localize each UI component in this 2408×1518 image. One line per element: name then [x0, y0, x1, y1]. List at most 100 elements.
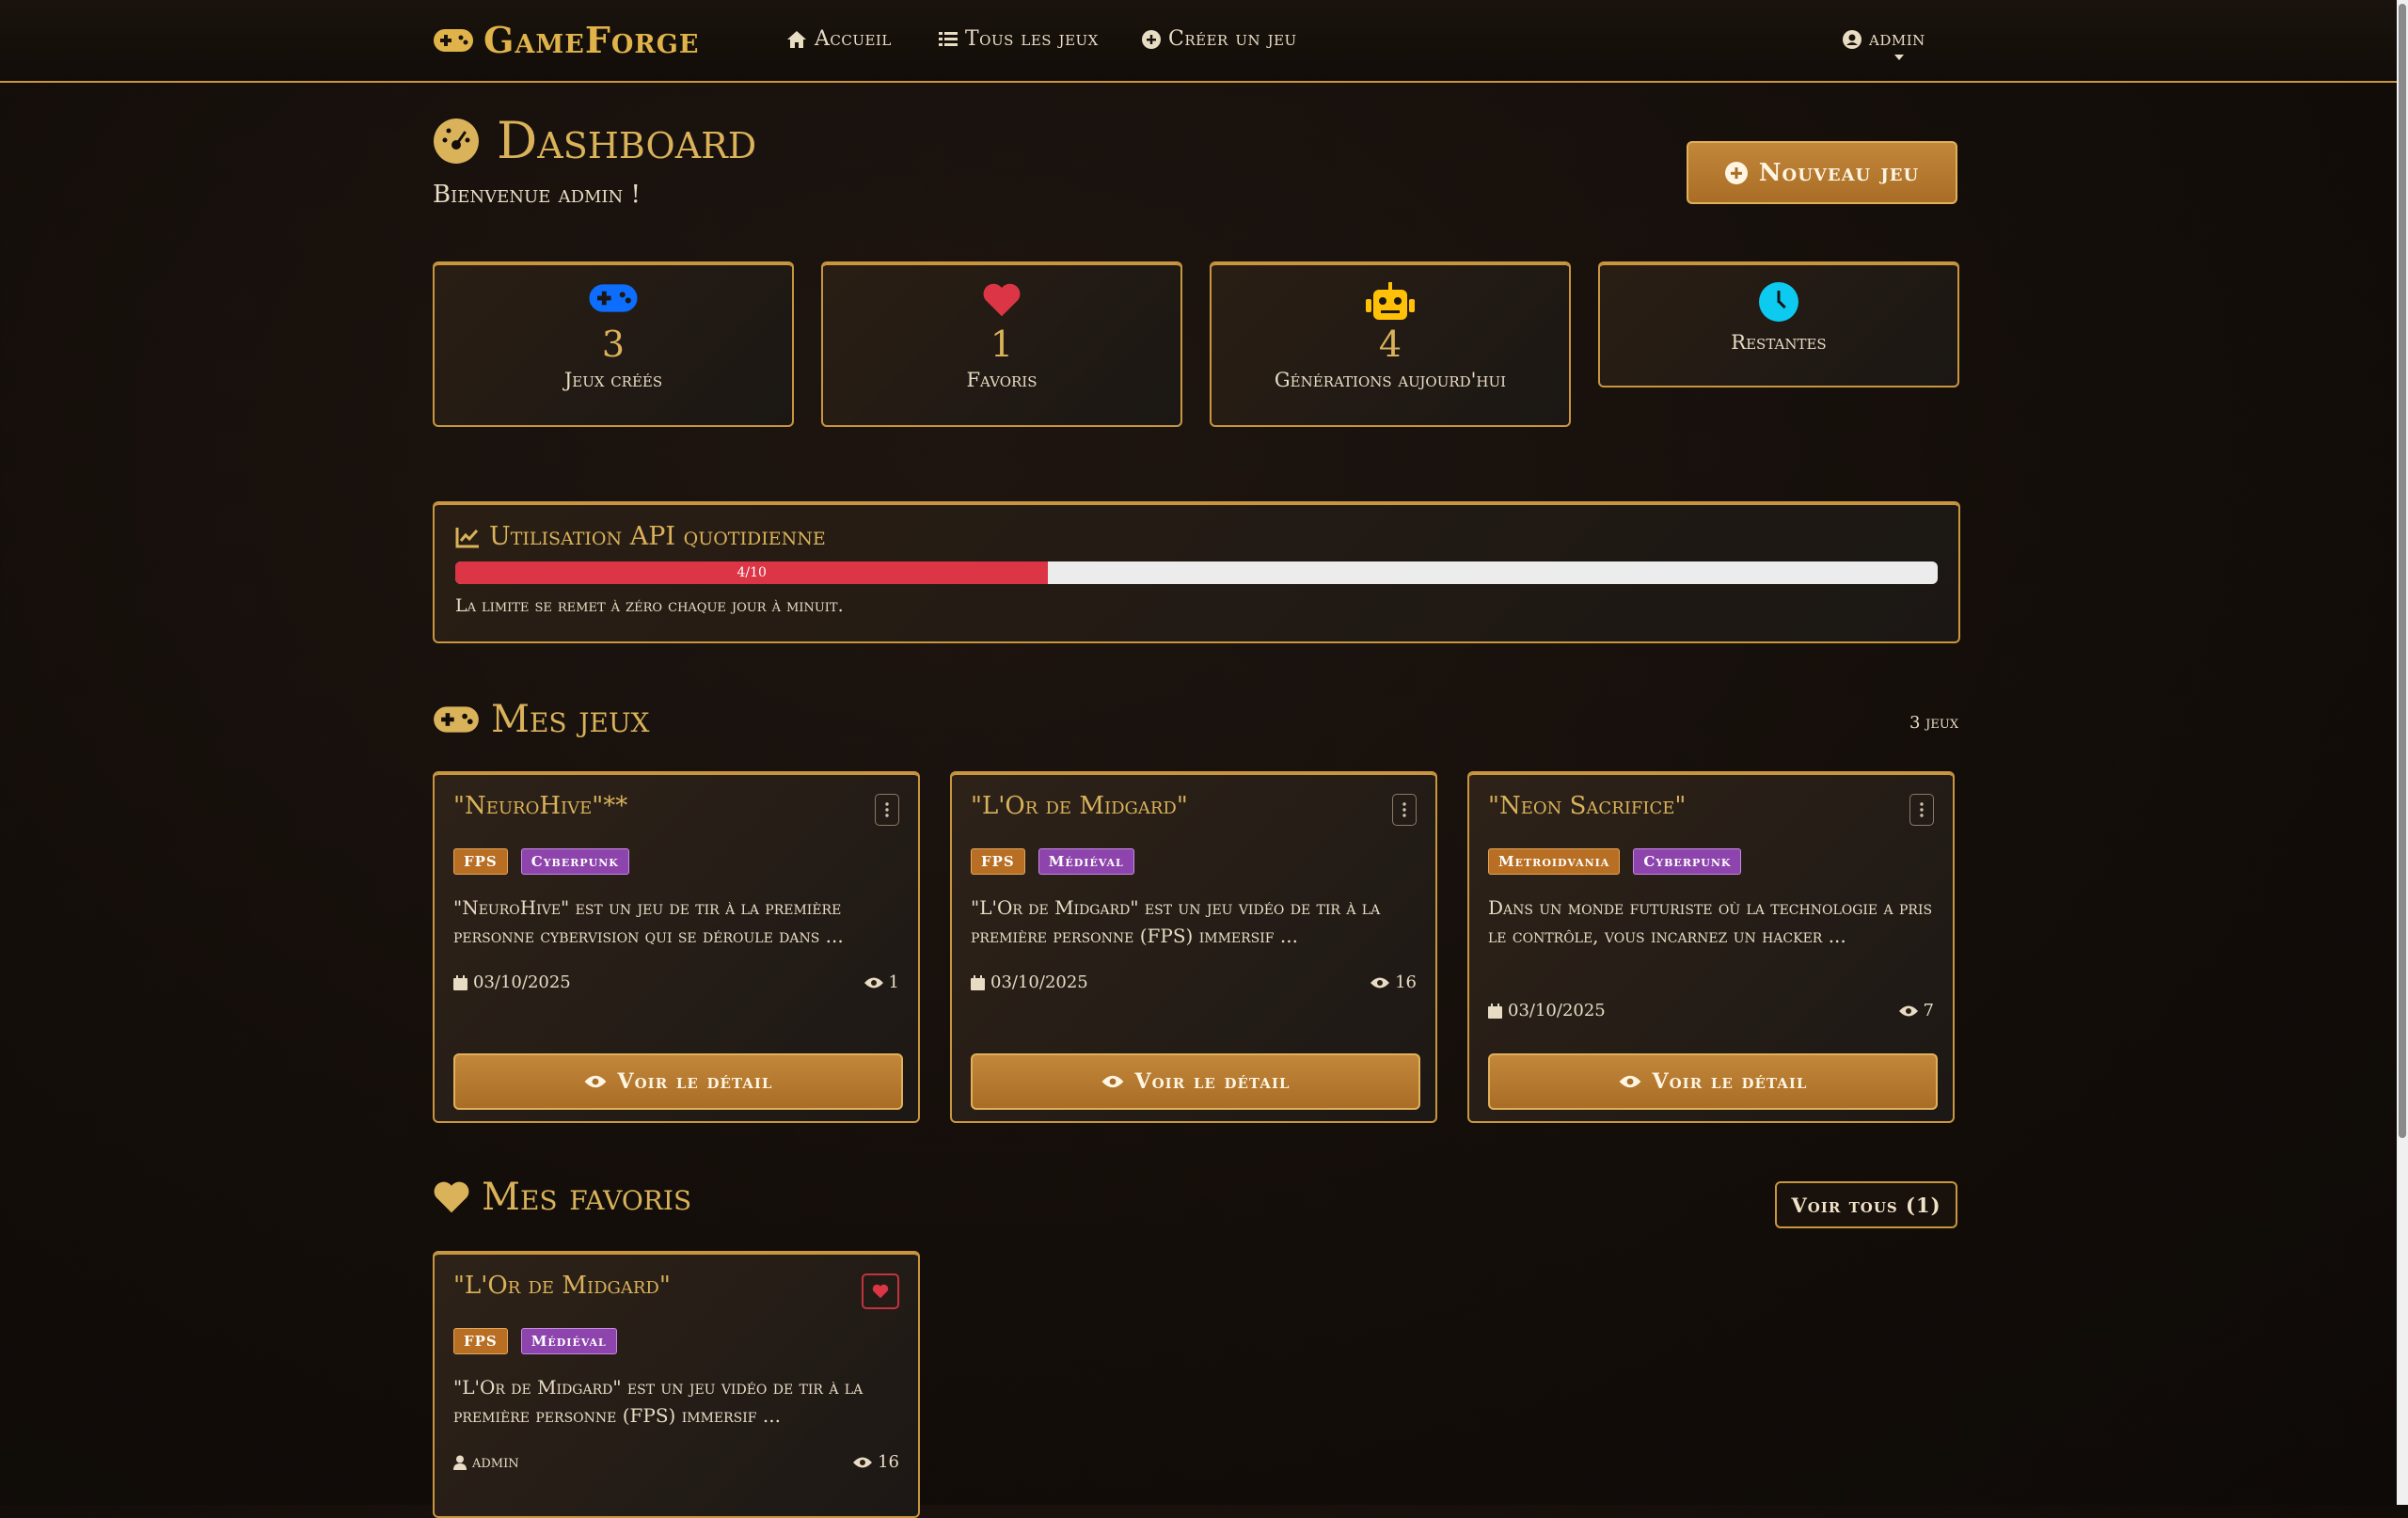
game-date: 03/10/2025: [1488, 1001, 1606, 1020]
plus-circle-icon: [1142, 29, 1161, 49]
stat-label: Jeux créés: [563, 369, 663, 391]
eye-icon: [584, 1075, 606, 1088]
stat-value: 3: [601, 324, 626, 365]
page-title: Dashboard: [433, 111, 756, 170]
stat-value: 1: [990, 324, 1014, 365]
calendar-icon: [453, 974, 467, 990]
kebab-menu-icon: [885, 802, 889, 817]
stat-card-restantes: Restantes: [1598, 261, 1959, 387]
calendar-icon: [971, 974, 985, 990]
game-date: 03/10/2025: [453, 972, 571, 992]
nav-accueil[interactable]: Accueil: [786, 27, 892, 51]
nav-label: Tous les jeux: [965, 27, 1099, 51]
eye-icon: [853, 1457, 873, 1467]
views-text: 16: [878, 1452, 899, 1472]
calendar-icon: [1488, 1003, 1502, 1019]
gamepad-icon: [434, 28, 473, 52]
chart-line-icon: [455, 527, 479, 547]
card-menu-button[interactable]: [1392, 794, 1417, 826]
game-author: admin: [453, 1452, 519, 1472]
game-title[interactable]: "L'Or de Midgard": [453, 1272, 671, 1300]
views-text: 1: [888, 972, 899, 992]
nav-label: Créer un jeu: [1168, 27, 1297, 51]
user-icon: [453, 1455, 467, 1470]
genre-tag: FPS: [453, 1328, 508, 1354]
view-detail-button[interactable]: Voir le détail: [453, 1053, 903, 1110]
game-date: 03/10/2025: [971, 972, 1088, 992]
game-title[interactable]: "Neon Sacrifice": [1488, 792, 1686, 820]
genre-tag: Médiéval: [1038, 848, 1134, 875]
stat-card-favoris: 1 Favoris: [821, 261, 1182, 427]
favorite-card: "L'Or de Midgard" FPS Médiéval "L'Or de …: [433, 1251, 920, 1518]
genre-tag: Cyberpunk: [1633, 848, 1742, 875]
genre-tag: FPS: [971, 848, 1025, 875]
genre-tag: Metroidvania: [1488, 848, 1621, 875]
game-views: 16: [1370, 972, 1417, 992]
navbar: GameForge Accueil Tous les jeux Créer un…: [0, 0, 2397, 83]
see-all-favorites-button[interactable]: Voir tous (1): [1775, 1181, 1957, 1228]
game-card: "Neon Sacrifice" Metroidvania Cyberpunk …: [1467, 771, 1955, 1123]
api-progress-fill: 4/10: [455, 561, 1049, 584]
new-game-button[interactable]: Nouveau jeu: [1687, 141, 1957, 204]
nav-tous-les-jeux[interactable]: Tous les jeux: [939, 27, 1099, 51]
view-detail-label: Voir le détail: [617, 1069, 773, 1094]
game-description: "L'Or de Midgard" est un jeu vidéo de ti…: [971, 896, 1381, 947]
home-icon: [787, 30, 806, 48]
dropdown-caret-icon[interactable]: [1894, 55, 1904, 60]
api-usage-title-text: Utilisation API quotidienne: [489, 522, 826, 551]
date-text: 03/10/2025: [990, 972, 1088, 992]
favorites-title: Mes favoris: [433, 1176, 691, 1219]
my-games-title-text: Mes jeux: [491, 698, 650, 741]
card-menu-button[interactable]: [1909, 794, 1934, 826]
my-games-title: Mes jeux: [433, 698, 650, 741]
api-reset-note: La limite se remet à zéro chaque jour à …: [455, 595, 844, 616]
games-count: 3 jeux: [1909, 713, 1959, 733]
user-menu[interactable]: admin: [1843, 27, 1925, 51]
brand-link[interactable]: GameForge: [433, 19, 699, 61]
robot-icon: [1366, 282, 1415, 320]
stat-card-jeux: 3 Jeux créés: [433, 261, 794, 427]
user-circle-icon: [1843, 29, 1861, 49]
api-usage-title: Utilisation API quotidienne: [455, 522, 826, 551]
view-detail-button[interactable]: Voir le détail: [1488, 1053, 1938, 1110]
eye-icon: [1619, 1075, 1640, 1088]
view-detail-label: Voir le détail: [1652, 1069, 1808, 1094]
scrollbar-thumb[interactable]: [2399, 4, 2406, 1138]
eye-icon: [1898, 1005, 1918, 1016]
game-title[interactable]: "NeuroHive"**: [453, 792, 627, 820]
welcome-text: Bienvenue admin !: [433, 181, 642, 209]
eye-icon: [1370, 977, 1390, 988]
clock-icon: [1759, 282, 1798, 322]
card-menu-button[interactable]: [875, 794, 899, 826]
genre-tag: Cyberpunk: [520, 848, 629, 875]
date-text: 03/10/2025: [1508, 1001, 1606, 1020]
game-description: Dans un monde futuriste où la technologi…: [1488, 896, 1933, 947]
scrollbar[interactable]: [2397, 0, 2408, 1505]
game-description: "NeuroHive" est un jeu de tir à la premi…: [453, 896, 844, 947]
genre-tag: FPS: [453, 848, 508, 875]
view-detail-button[interactable]: Voir le détail: [971, 1053, 1420, 1110]
kebab-menu-icon: [1920, 802, 1924, 817]
game-views: 1: [863, 972, 899, 992]
view-detail-label: Voir le détail: [1134, 1069, 1291, 1094]
eye-icon: [863, 977, 883, 988]
stat-label: Favoris: [966, 369, 1038, 391]
heart-icon: [434, 1181, 469, 1213]
eye-icon: [1101, 1075, 1123, 1088]
list-icon: [939, 31, 958, 46]
page-title-text: Dashboard: [497, 111, 757, 170]
favorites-title-text: Mes favoris: [482, 1176, 692, 1219]
brand-name: GameForge: [483, 19, 700, 61]
stat-label: Restantes: [1731, 331, 1827, 354]
gamepad-icon: [434, 706, 479, 733]
game-title[interactable]: "L'Or de Midgard": [971, 792, 1188, 820]
views-text: 16: [1395, 972, 1417, 992]
game-card: "L'Or de Midgard" FPS Médiéval "L'Or de …: [950, 771, 1437, 1123]
plus-circle-icon: [1724, 161, 1748, 184]
api-usage-panel: Utilisation API quotidienne 4/10 La limi…: [433, 501, 1960, 643]
kebab-menu-icon: [1402, 802, 1406, 817]
nav-label: Accueil: [815, 27, 892, 51]
nav-creer-un-jeu[interactable]: Créer un jeu: [1142, 27, 1297, 51]
unfavorite-button[interactable]: [862, 1273, 899, 1309]
heart-icon: [872, 1284, 889, 1299]
